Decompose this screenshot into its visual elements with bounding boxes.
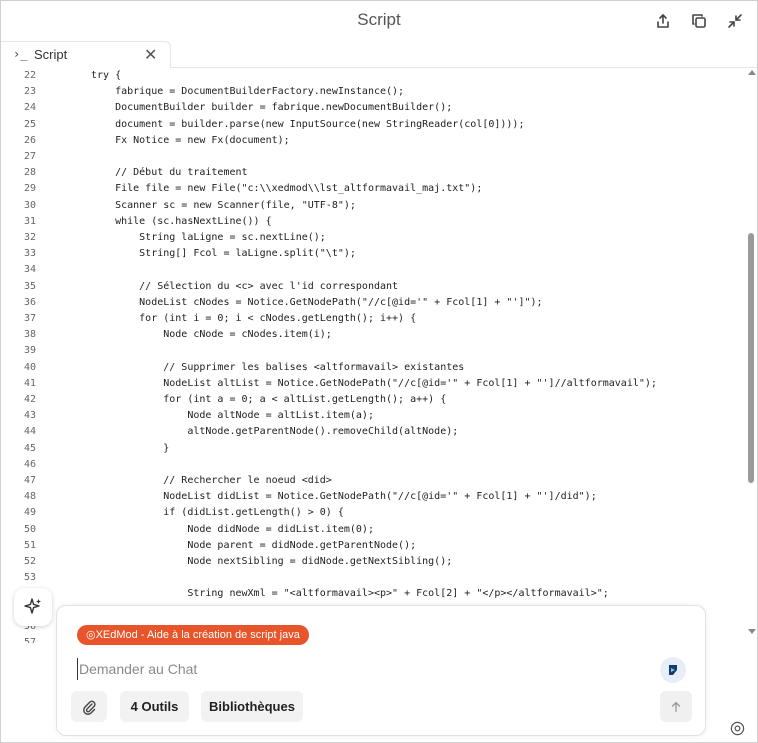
code-line[interactable]: String newXml = "<altformavail><p>" + Fc…	[91, 586, 608, 602]
code-line[interactable]: Node didNode = didList.item(0);	[91, 522, 374, 538]
code-line[interactable]: fabrique = DocumentBuilderFactory.newIns…	[91, 84, 404, 100]
line-number: 35	[23, 280, 36, 292]
code-line[interactable]: try {	[91, 68, 121, 84]
code-line[interactable]: for (int i = 0; i < cNodes.getLength(); …	[91, 311, 416, 327]
send-button[interactable]	[660, 691, 692, 722]
line-number: 29	[23, 183, 36, 195]
code-line[interactable]: for (int a = 0; a < altList.getLength();…	[91, 392, 446, 408]
line-number: 46	[23, 458, 36, 470]
scroll-up-arrow-icon[interactable]	[748, 70, 756, 75]
line-number: 42	[23, 394, 36, 405]
code-line[interactable]: // Début du traitement	[91, 165, 247, 181]
context-chip[interactable]: ◎XEdMod - Aide à la création de script j…	[77, 625, 309, 645]
arrow-up-icon	[671, 701, 681, 712]
line-number: 25	[23, 118, 36, 130]
line-number: 34	[23, 264, 36, 276]
line-number: 32	[23, 232, 36, 243]
code-line[interactable]: // Sélection du <c> avec l'id correspond…	[91, 279, 398, 295]
close-icon[interactable]: ✕	[144, 45, 157, 65]
line-number: 38	[23, 329, 36, 341]
line-number: 45	[23, 442, 36, 454]
line-number: 52	[23, 556, 36, 567]
line-number: 39	[23, 345, 36, 357]
copy-icon[interactable]	[689, 11, 709, 31]
line-number: 26	[23, 134, 36, 146]
line-number: 49	[23, 507, 36, 519]
code-line[interactable]: NodeList altList = Notice.GetNodePath("/…	[91, 376, 657, 392]
editor-scrollbar[interactable]	[746, 68, 756, 643]
line-number: 36	[23, 296, 36, 308]
code-line[interactable]: DocumentBuilder builder = fabrique.newDo…	[91, 100, 452, 116]
window-title: Script	[357, 10, 401, 29]
code-line[interactable]: String laLigne = sc.nextLine();	[91, 230, 326, 246]
line-number: 30	[23, 199, 36, 211]
code-line[interactable]: NodeList cNodes = Notice.GetNodePath("//…	[91, 295, 542, 311]
line-number: 47	[23, 475, 36, 486]
code-editor[interactable]: 22 try { 23 fabrique = DocumentBuilderFact…	[1, 68, 757, 643]
scrollbar-thumb[interactable]	[748, 233, 754, 483]
line-number: 44	[23, 426, 36, 438]
code-line[interactable]: Node parent = didNode.getParentNode();	[91, 538, 416, 554]
tab-bar: ›_ Script ✕	[1, 41, 757, 68]
ai-assist-button[interactable]	[14, 588, 52, 626]
line-number: 48	[23, 491, 36, 503]
line-number: 51	[23, 539, 36, 551]
line-number: 53	[23, 572, 36, 584]
help-icon[interactable]	[729, 720, 745, 736]
code-line[interactable]: Node altNode = altList.item(a);	[91, 408, 374, 424]
title-bar: Script	[1, 1, 757, 41]
code-line[interactable]: Node cNode = cNodes.item(i);	[91, 327, 332, 343]
line-number: 50	[23, 523, 36, 535]
line-number: 40	[23, 361, 36, 373]
tab-label: Script	[34, 47, 68, 62]
line-number: 33	[23, 248, 36, 260]
line-number: 57	[23, 637, 36, 643]
line-number: 27	[23, 151, 36, 162]
code-line[interactable]: altNode.getParentNode().removeChild(altN…	[91, 424, 458, 440]
code-line[interactable]: Node nextSibling = didNode.getNextSiblin…	[91, 554, 452, 570]
share-icon[interactable]	[653, 11, 673, 31]
code-line[interactable]: // Supprimer les balises <altformavail> …	[91, 360, 464, 376]
paperclip-icon	[83, 700, 96, 715]
line-number: 37	[23, 313, 36, 324]
code-line[interactable]: if (didList.getLength() > 0) {	[91, 505, 344, 521]
code-line[interactable]: while (sc.hasNextLine()) {	[91, 214, 272, 230]
code-line[interactable]: String[] Fcol = laLigne.split("\t");	[91, 246, 356, 262]
line-number: 24	[23, 102, 36, 114]
collapse-icon[interactable]	[725, 11, 745, 31]
line-number: 23	[23, 86, 36, 98]
scroll-down-arrow-icon[interactable]	[748, 629, 756, 634]
chat-panel: ◎XEdMod - Aide à la création de script j…	[56, 605, 706, 736]
code-line[interactable]: }	[91, 441, 169, 457]
code-line[interactable]: File file = new File("c:\\xedmod\\lst_al…	[91, 181, 482, 197]
code-line[interactable]: // Rechercher le noeud <did>	[91, 473, 332, 489]
copilot-icon[interactable]	[660, 657, 686, 683]
line-number: 22	[23, 70, 36, 81]
code-line[interactable]: document = builder.parse(new InputSource…	[91, 117, 524, 133]
sparkle-icon	[24, 598, 41, 614]
code-line[interactable]: Scanner sc = new Scanner(file, "UTF-8");	[91, 198, 356, 214]
libraries-button[interactable]: Bibliothèques	[201, 691, 303, 722]
code-line[interactable]: NodeList didList = Notice.GetNodePath("/…	[91, 489, 597, 505]
line-number: 43	[23, 410, 36, 422]
line-number: 28	[23, 167, 36, 179]
tab-script[interactable]: ›_ Script ✕	[1, 41, 171, 68]
code-line[interactable]: Fx Notice = new Fx(document);	[91, 133, 290, 149]
chat-input[interactable]	[77, 658, 637, 680]
terminal-icon: ›_	[13, 47, 28, 61]
tools-button[interactable]: 4 Outils	[120, 691, 189, 722]
attach-button[interactable]	[71, 691, 107, 722]
line-number: 41	[23, 377, 36, 389]
line-number: 31	[23, 215, 36, 227]
